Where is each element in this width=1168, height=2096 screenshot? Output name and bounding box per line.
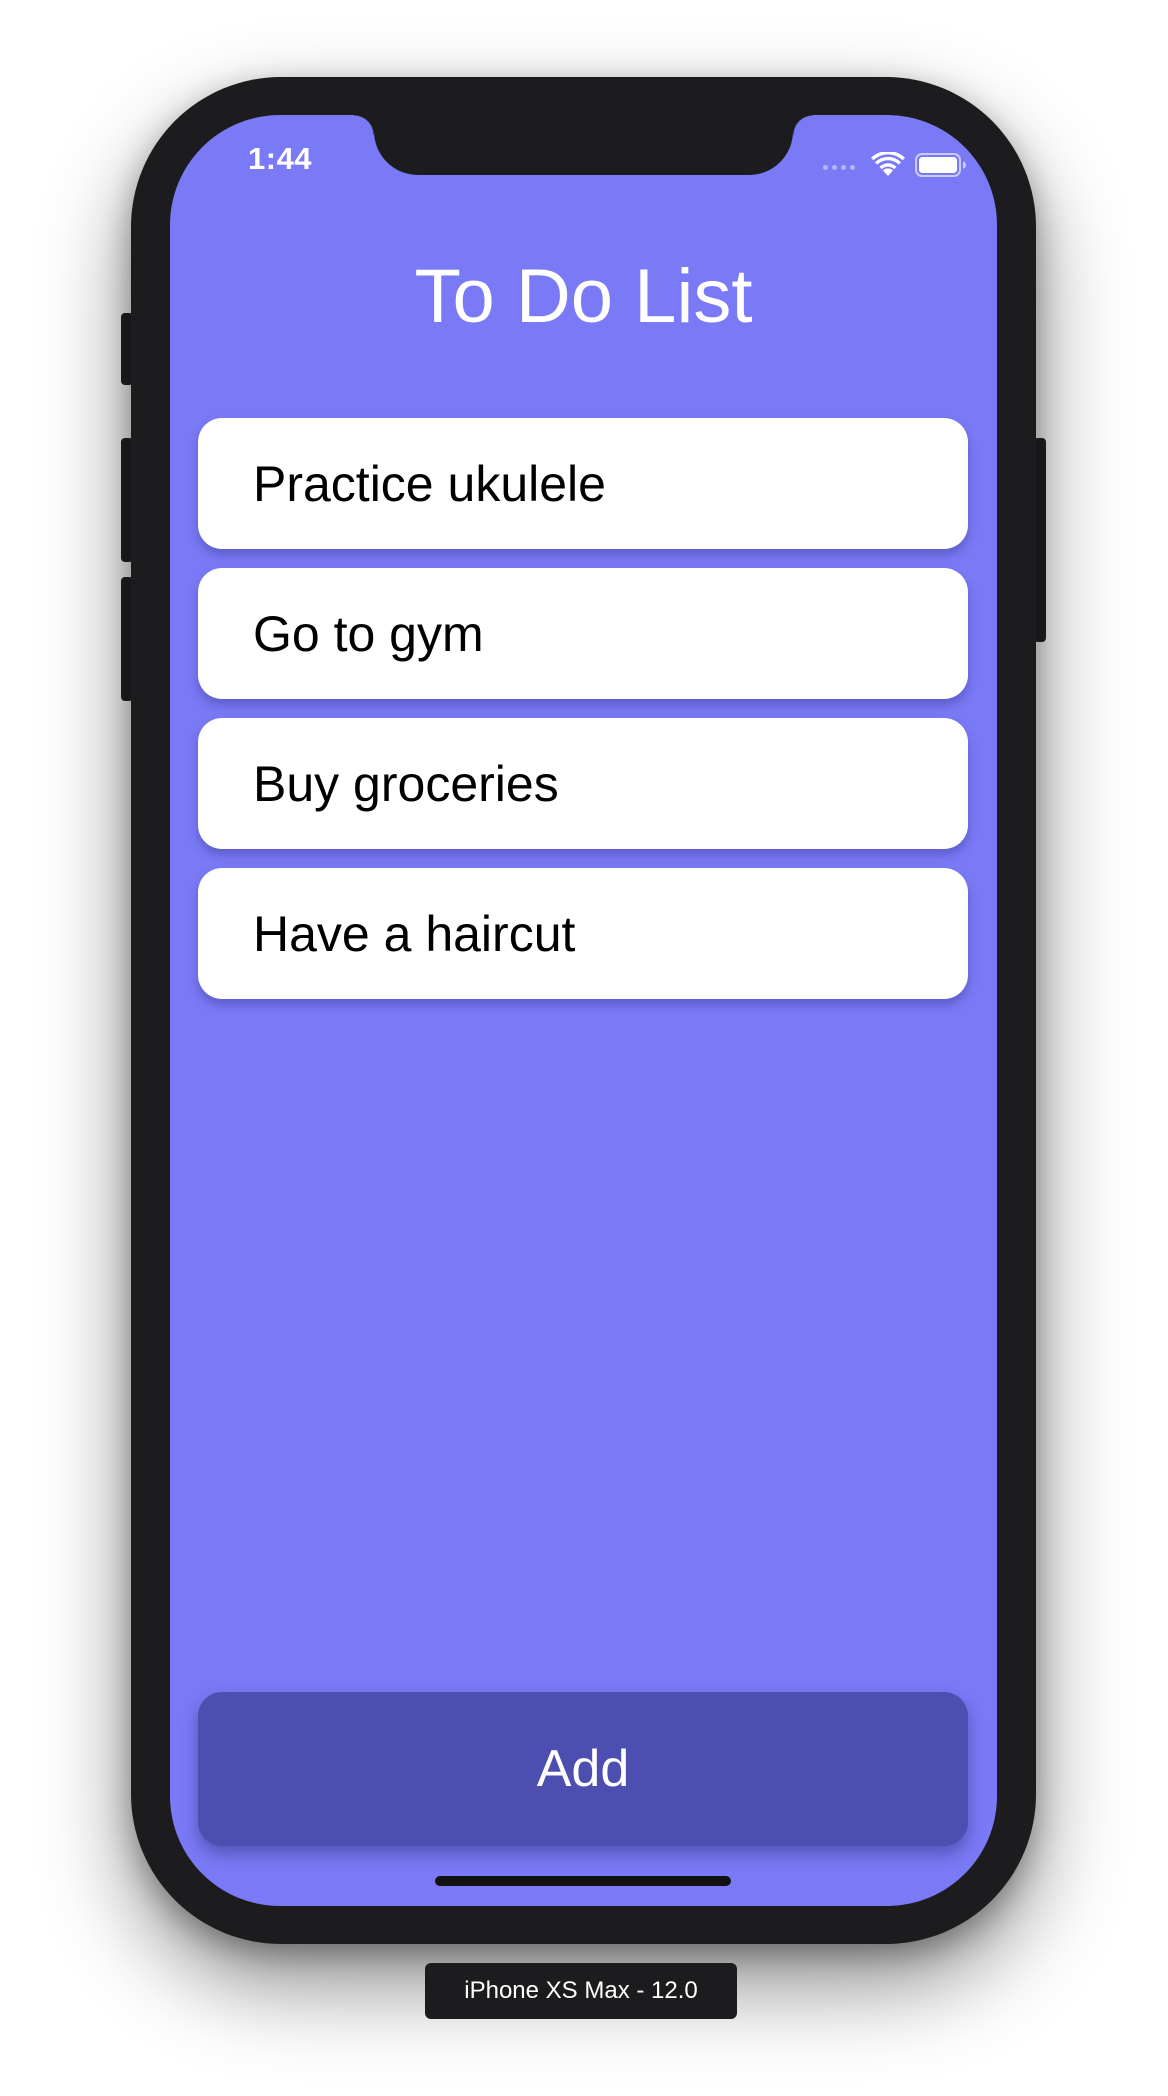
app-screen: 1:44 To Do List Practice ukulele Go to g… (170, 115, 997, 1906)
todo-item-label: Have a haircut (253, 905, 576, 962)
wifi-icon (871, 152, 905, 178)
battery-icon (915, 152, 967, 178)
todo-item-label: Buy groceries (253, 755, 559, 812)
notch (354, 115, 813, 175)
todo-item-label: Go to gym (253, 605, 484, 662)
todo-list: Practice ukulele Go to gym Buy groceries… (198, 418, 968, 999)
page-title: To Do List (414, 254, 753, 339)
signal-dots-icon (823, 160, 855, 170)
todo-item[interactable]: Go to gym (198, 568, 968, 699)
status-icons (823, 151, 967, 179)
add-button-label: Add (536, 1740, 630, 1798)
todo-item[interactable]: Practice ukulele (198, 418, 968, 549)
todo-item-label: Practice ukulele (253, 455, 606, 512)
simulator-stage: 1:44 To Do List Practice ukulele Go to g… (0, 0, 1168, 2096)
todo-item[interactable]: Have a haircut (198, 868, 968, 999)
todo-item[interactable]: Buy groceries (198, 718, 968, 849)
simulator-device-label: iPhone XS Max - 12.0 (425, 1963, 737, 2019)
add-button[interactable]: Add (198, 1692, 968, 1846)
status-time: 1:44 (248, 141, 313, 176)
home-indicator[interactable] (435, 1876, 731, 1886)
